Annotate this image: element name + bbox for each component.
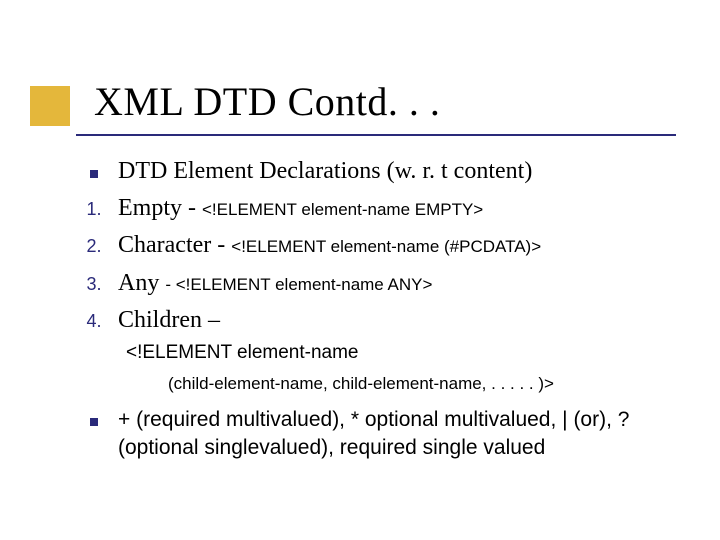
list-item: 2. Character - <!ELEMENT element-name (#… [70,230,670,261]
children-line2: (child-element-name, child-element-name,… [168,374,670,394]
item-lead: Empty - [118,195,202,221]
list-item: DTD Element Declarations (w. r. t conten… [70,156,670,187]
accent-box [30,86,70,126]
list-number: 4. [86,311,101,332]
intro-text: DTD Element Declarations (w. r. t conten… [118,156,670,187]
square-bullet-icon [90,418,98,426]
list-number: 2. [86,236,101,257]
slide: XML DTD Contd. . . DTD Element Declarati… [0,0,720,540]
square-bullet-icon [90,170,98,178]
title-underline [76,134,676,136]
slide-title: XML DTD Contd. . . [94,78,440,125]
list-item: 1. Empty - <!ELEMENT element-name EMPTY> [70,193,670,224]
item-code: <!ELEMENT element-name (#PCDATA)> [231,237,541,256]
item-dash: - [165,275,175,294]
list-item: 4. Children – [70,305,670,336]
item-code: <!ELEMENT element-name EMPTY> [202,200,483,219]
operators-text: + (required multivalued), * optional mul… [118,406,670,463]
slide-body: DTD Element Declarations (w. r. t conten… [70,156,670,469]
item-code: <!ELEMENT element-name ANY> [176,275,433,294]
item-lead: Character - [118,232,231,258]
list-item: 3. Any - <!ELEMENT element-name ANY> [70,268,670,299]
list-item: + (required multivalued), * optional mul… [70,406,670,463]
list-number: 1. [86,199,101,220]
item-lead: Any [118,270,165,296]
item-lead: Children – [118,307,220,333]
children-line1: <!ELEMENT element-name [126,342,670,364]
list-number: 3. [86,274,101,295]
